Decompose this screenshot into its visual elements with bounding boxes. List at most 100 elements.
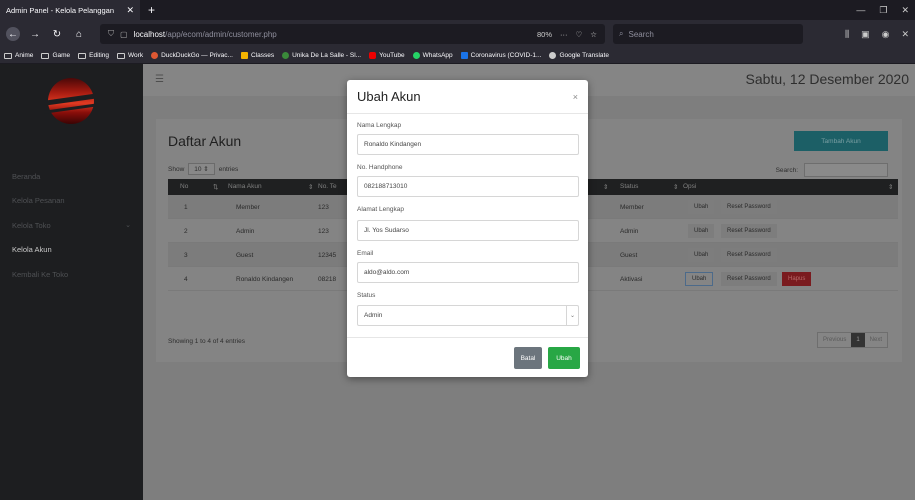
sidebar-item-kelola-akun[interactable]: Kelola Akun — [12, 245, 52, 254]
forward-icon[interactable]: → — [28, 27, 42, 41]
modal-header: Ubah Akun × — [347, 80, 588, 114]
save-button[interactable]: Ubah — [548, 347, 580, 369]
restore-icon[interactable]: ❐ — [879, 5, 887, 16]
more-actions-icon[interactable]: ··· — [560, 30, 568, 39]
bookmark-item[interactable]: Work — [117, 52, 143, 59]
phone-label: No. Handphone — [357, 164, 403, 171]
url-bar[interactable]: ⛉ ▢ localhost/app/ecom/admin/customer.ph… — [100, 24, 605, 44]
chevron-down-icon[interactable]: ⌄ — [125, 221, 131, 229]
reset-password-button[interactable]: Reset Password — [721, 200, 777, 214]
home-icon[interactable]: ⌂ — [72, 27, 86, 41]
bookmark-item[interactable]: Google Translate — [549, 52, 609, 59]
pocket-icon[interactable]: ♡ — [576, 30, 583, 39]
library-icon[interactable]: ⫼ — [845, 29, 849, 40]
table-search-input[interactable] — [804, 163, 888, 177]
column-header[interactable]: No — [180, 183, 188, 190]
address-label: Alamat Lengkap — [357, 206, 404, 213]
page-title: Daftar Akun — [168, 133, 242, 149]
url-path: /app/ecom/admin/customer.php — [165, 29, 277, 39]
folder-icon — [41, 52, 50, 59]
add-account-button[interactable]: Tambah Akun — [794, 131, 888, 151]
pagination: Previous 1 Next — [816, 332, 888, 348]
sort-icon[interactable]: ⇕ — [888, 183, 893, 191]
folder-icon — [117, 52, 126, 59]
address-field[interactable]: Jl. Yos Sudarso — [357, 220, 579, 241]
close-tab-icon[interactable]: ✕ — [126, 5, 134, 16]
chevron-down-icon[interactable]: ⌄ — [566, 306, 578, 325]
sidebar-item-kelola-pesanan[interactable]: Kelola Pesanan — [12, 196, 65, 205]
zoom-level[interactable]: 80% — [537, 30, 552, 39]
email-field[interactable]: aldo@aldo.com — [357, 262, 579, 283]
unika-icon — [282, 52, 290, 59]
bookmark-item[interactable]: Coronavirus (COVID-1... — [460, 52, 541, 59]
edit-button[interactable]: Ubah — [688, 224, 715, 238]
sidebar-item-kembali-ke-toko[interactable]: Kembali Ke Toko — [12, 270, 68, 279]
browser-tab[interactable]: Admin Panel - Kelola Pelanggan ✕ — [0, 0, 140, 20]
search-input[interactable]: ⌕ Search — [613, 24, 803, 44]
search-placeholder: Search — [628, 29, 654, 39]
bookmarks-bar: Anime Game Editing Work DuckDuckGo — Pri… — [0, 48, 915, 64]
reset-password-button[interactable]: Reset Password — [721, 248, 777, 262]
column-header[interactable]: Status — [620, 183, 638, 190]
sort-icon[interactable]: ⇕ — [673, 183, 678, 191]
phone-field[interactable]: 082188713010 — [357, 176, 579, 197]
bookmark-item[interactable]: Anime — [4, 52, 33, 59]
next-page-button[interactable]: Next — [864, 333, 887, 347]
close-window-icon[interactable]: ✕ — [901, 5, 909, 16]
globe-icon — [549, 52, 557, 59]
previous-page-button[interactable]: Previous — [817, 333, 852, 347]
bookmark-item[interactable]: WhatsApp — [412, 52, 453, 59]
full-name-label: Nama Lengkap — [357, 122, 402, 129]
sidebar-item-beranda[interactable]: Beranda — [12, 172, 40, 181]
edit-button[interactable]: Ubah — [688, 200, 715, 214]
column-header[interactable]: No. Te — [318, 183, 337, 190]
delete-button[interactable]: Hapus — [782, 272, 812, 286]
hamburger-menu-icon[interactable]: ☰ — [155, 74, 164, 85]
sort-icon[interactable]: ⇅ — [213, 183, 218, 191]
browser-tab-bar: Admin Panel - Kelola Pelanggan ✕ + — ❐ ✕ — [0, 0, 915, 20]
bookmark-item[interactable]: Unika De La Salle - Sl... — [282, 52, 361, 59]
close-icon[interactable]: × — [573, 92, 578, 102]
whatsapp-icon — [412, 52, 420, 59]
column-header[interactable]: Nama Akun — [228, 183, 262, 190]
bookmark-item[interactable]: Game — [41, 52, 70, 59]
minimize-icon[interactable]: — — [856, 5, 865, 15]
reset-password-button[interactable]: Reset Password — [721, 272, 777, 286]
classroom-icon — [240, 52, 248, 59]
status-select[interactable]: Admin ⌄ — [357, 305, 579, 326]
status-label: Status — [357, 292, 376, 299]
modal-title: Ubah Akun — [357, 89, 421, 104]
table-search: Search: — [776, 163, 888, 177]
window-controls: — ❐ ✕ — [856, 0, 909, 20]
sidebar-toggle-icon[interactable]: ▣ — [861, 29, 870, 40]
page-1-button[interactable]: 1 — [851, 333, 865, 347]
shield-icon[interactable]: ⛉ — [108, 29, 114, 39]
folder-icon — [4, 52, 12, 59]
bookmark-item[interactable]: YouTube — [369, 52, 405, 59]
sort-icon[interactable]: ⇕ — [603, 183, 608, 191]
extension-icon[interactable]: ✕ — [901, 29, 909, 40]
edit-button[interactable]: Ubah — [688, 248, 715, 262]
bookmark-star-icon[interactable]: ☆ — [590, 30, 597, 39]
logo — [48, 78, 94, 124]
bookmark-item[interactable]: Classes — [240, 52, 274, 59]
bookmark-item[interactable]: DuckDuckGo — Privac... — [151, 52, 233, 59]
sort-icon[interactable]: ⇕ — [308, 183, 313, 191]
duckduckgo-icon — [151, 52, 159, 59]
back-icon[interactable]: ← — [6, 27, 20, 41]
edit-account-modal: Ubah Akun × Nama Lengkap Ronaldo Kindang… — [347, 80, 588, 377]
column-header[interactable]: Opsi — [683, 183, 696, 190]
full-name-field[interactable]: Ronaldo Kindangen — [357, 134, 579, 155]
table-info: Showing 1 to 4 of 4 entries — [168, 338, 245, 345]
reset-password-button[interactable]: Reset Password — [721, 224, 777, 238]
modal-footer: Batal Ubah — [347, 337, 588, 377]
search-icon: ⌕ — [619, 29, 624, 38]
account-icon[interactable]: ◉ — [882, 29, 890, 40]
new-tab-icon[interactable]: + — [148, 3, 155, 17]
sidebar-item-kelola-toko[interactable]: Kelola Toko — [12, 221, 51, 230]
page-length-select[interactable]: 10 ⇕ — [188, 163, 215, 175]
bookmark-item[interactable]: Editing — [78, 52, 109, 59]
cancel-button[interactable]: Batal — [514, 347, 542, 369]
edit-button[interactable]: Ubah — [685, 272, 714, 286]
reload-icon[interactable]: ↻ — [50, 27, 64, 41]
